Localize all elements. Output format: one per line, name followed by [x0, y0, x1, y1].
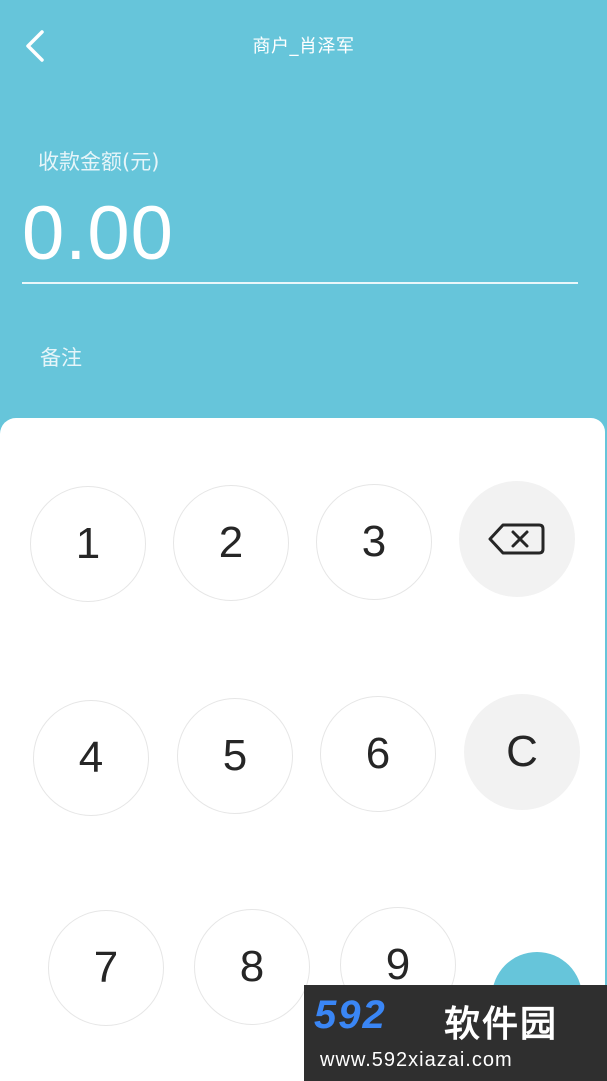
key-3[interactable]: 3: [316, 484, 432, 600]
backspace-icon: [488, 523, 545, 555]
key-1[interactable]: 1: [30, 486, 146, 602]
number-keypad: 1 2 3 4 5 6 C 7 8 9: [0, 418, 605, 1081]
amount-underline: [22, 282, 578, 284]
backspace-button[interactable]: [459, 481, 575, 597]
header: 商户_肖泽军 收款金额(元) 0.00 备注: [0, 0, 607, 420]
watermark-name: 软件园: [444, 1004, 559, 1045]
amount-input[interactable]: 0.00: [22, 188, 174, 280]
key-7[interactable]: 7: [48, 910, 164, 1026]
watermark: 592 软件园 www.592xiazai.com: [304, 985, 607, 1081]
key-8[interactable]: 8: [194, 909, 310, 1025]
key-2[interactable]: 2: [173, 485, 289, 601]
watermark-logo: 592: [314, 993, 387, 1037]
key-4[interactable]: 4: [33, 700, 149, 816]
page-title: 商户_肖泽军: [252, 36, 355, 57]
key-5[interactable]: 5: [177, 698, 293, 814]
key-6[interactable]: 6: [320, 696, 436, 812]
clear-button[interactable]: C: [464, 694, 580, 810]
amount-label: 收款金额(元): [38, 150, 160, 174]
note-field[interactable]: 备注: [40, 342, 82, 372]
watermark-url: www.592xiazai.com: [320, 1049, 513, 1071]
